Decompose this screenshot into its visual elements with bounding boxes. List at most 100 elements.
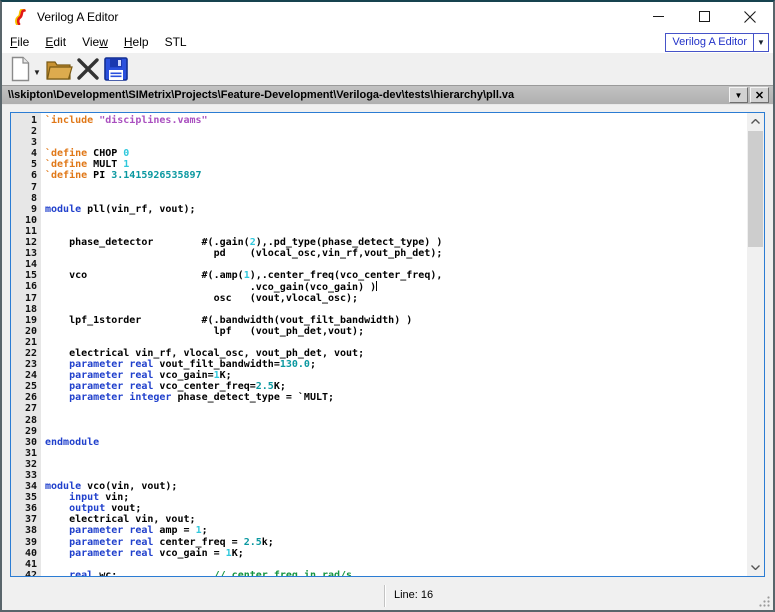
code-line[interactable]: lpf_1storder #(.bandwidth(vout_filt_band… [45,315,747,326]
line-number: 36 [24,503,37,515]
new-document-button[interactable] [8,55,32,83]
code-line[interactable]: parameter real amp = 1; [45,525,747,536]
line-number: 15 [24,270,37,282]
code-line[interactable]: parameter real vout_filt_bandwidth=130.0… [45,359,747,370]
line-number: 29 [24,425,37,437]
code-line[interactable] [45,193,747,204]
code-line[interactable]: phase_detector #(.gain(2),.pd_type(phase… [45,237,747,248]
menu-item-edit[interactable]: Edit [37,33,74,52]
vertical-scrollbar[interactable] [747,113,764,576]
code-line[interactable]: endmodule [45,437,747,448]
code-line[interactable]: parameter real vco_gain=1K; [45,370,747,381]
maximize-button[interactable] [681,2,727,31]
line-number: 7 [30,181,37,193]
code-line[interactable] [45,337,747,348]
line-number: 10 [24,214,37,226]
code-line[interactable]: pd (vlocal_osc,vin_rf,vout_ph_det); [45,248,747,259]
code-line[interactable]: lpf (vout_ph_det,vout); [45,326,747,337]
line-number: 37 [24,514,37,526]
code-line[interactable] [45,470,747,481]
code-line[interactable] [45,304,747,315]
close-icon [744,10,756,23]
line-indicator: Line: 16 [384,585,433,607]
code-line[interactable]: `define MULT 1 [45,159,747,170]
code-line[interactable]: electrical vin_rf, vlocal_osc, vout_ph_d… [45,348,747,359]
code-line[interactable] [45,182,747,193]
code-line[interactable]: module pll(vin_rf, vout); [45,204,747,215]
code-line[interactable]: real wc; // center freq in rad/s [45,570,747,576]
new-document-icon [11,56,30,82]
code-area[interactable]: `include "disciplines.vams" `define CHOP … [41,113,747,576]
toolbar: ▼ [2,53,773,85]
line-number: 39 [24,536,37,548]
code-line[interactable] [45,559,747,570]
code-line[interactable] [45,215,747,226]
code-line[interactable]: input vin; [45,492,747,503]
line-number: 34 [24,481,37,493]
line-number: 22 [24,347,37,359]
code-line[interactable]: parameter real vco_center_freq=2.5K; [45,381,747,392]
close-button[interactable] [727,2,773,31]
menu-item-help[interactable]: Help [116,33,157,52]
line-number: 21 [24,336,37,348]
menu-item-stl[interactable]: STL [157,33,195,52]
file-path: \\skipton\Development\SIMetrix\Projects\… [8,89,515,101]
code-line[interactable]: `define CHOP 0 [45,148,747,159]
close-tab-button[interactable]: ✕ [750,87,769,103]
open-file-button[interactable] [44,55,74,83]
code-line[interactable]: parameter real vco_gain = 1K; [45,548,747,559]
menu-item-file[interactable]: File [2,33,37,52]
close-file-button[interactable] [74,55,102,83]
save-icon [104,57,128,81]
scrollbar-thumb[interactable] [748,131,763,247]
code-line[interactable] [45,259,747,270]
line-number: 42 [24,569,37,577]
line-number: 27 [24,403,37,415]
menu-item-view[interactable]: View [74,33,116,52]
resize-grip[interactable] [758,595,771,608]
scroll-down-button[interactable] [747,559,764,576]
code-line[interactable] [45,459,747,470]
maximize-icon [698,11,710,22]
status-bar: Line: 16 [2,582,773,610]
code-line[interactable] [45,448,747,459]
line-number: 23 [24,359,37,371]
line-number: 32 [24,458,37,470]
line-number: 35 [24,492,37,504]
verilog-editor-window: Verilog A Editor File Edit View Help STL Ver… [0,0,775,612]
code-line[interactable] [45,426,747,437]
menu-bar: File Edit View Help STL Verilog A Editor ▼ [2,31,773,53]
line-number: 30 [24,436,37,448]
file-path-bar: \\skipton\Development\SIMetrix\Projects\… [2,85,773,105]
code-line[interactable]: parameter real center_freq = 2.5k; [45,537,747,548]
code-line[interactable]: module vco(vin, vout); [45,481,747,492]
new-document-dropdown-arrow[interactable]: ▼ [32,62,44,77]
document-selector-combobox[interactable]: Verilog A Editor ▼ [665,33,769,52]
code-line[interactable] [45,137,747,148]
code-line[interactable]: parameter integer phase_detect_type = `M… [45,392,747,403]
chevron-up-icon [751,119,760,124]
minimize-button[interactable] [635,2,681,31]
code-editor: 1 2 3 4 5 6 7 8 9 10 11 12 13 14 15 16 17 18 19 20 21 22 23 24 2… [10,112,765,577]
code-line[interactable]: osc (vout,vlocal_osc); [45,293,747,304]
scroll-up-button[interactable] [747,113,764,130]
code-line[interactable]: output vout; [45,503,747,514]
code-line[interactable] [45,403,747,414]
code-line[interactable]: `include "disciplines.vams" [45,115,747,126]
file-list-dropdown-button[interactable]: ▼ [729,87,748,103]
line-number: 16 [24,281,37,293]
close-file-icon [77,58,99,80]
simetrix-logo-icon [15,8,26,25]
code-line[interactable] [45,226,747,237]
code-line[interactable]: vco #(.amp(1),.center_freq(vco_center_fr… [45,270,747,281]
code-line[interactable] [45,415,747,426]
code-line[interactable]: electrical vin, vout; [45,514,747,525]
text-caret [376,281,378,292]
chevron-down-icon[interactable]: ▼ [753,34,768,51]
line-number: 38 [24,525,37,537]
code-line[interactable]: .vco_gain(vco_gain) ) [45,281,747,293]
code-line[interactable]: `define PI 3.1415926535897 [45,170,747,181]
line-number: 12 [24,237,37,249]
code-line[interactable] [45,126,747,137]
save-button[interactable] [102,55,130,83]
